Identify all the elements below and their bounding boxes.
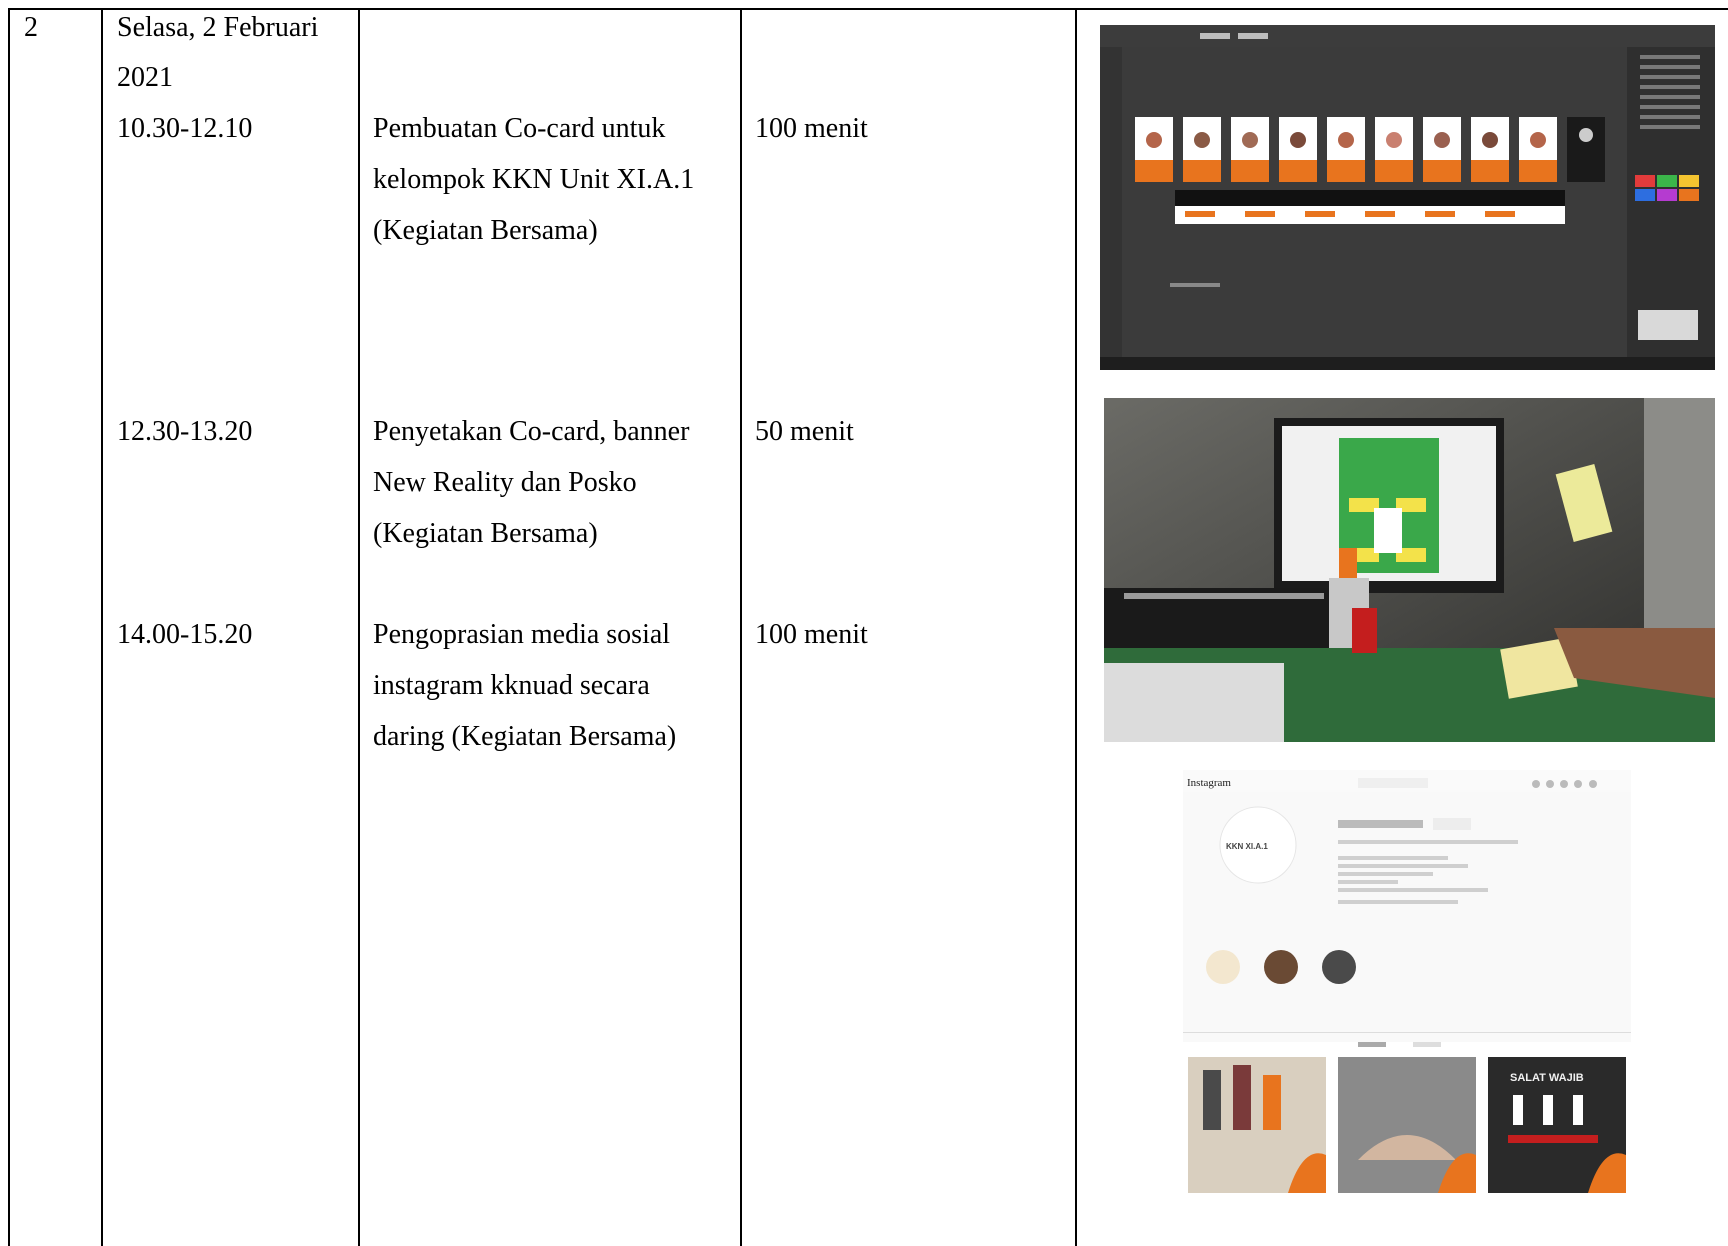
cocard-design-screenshot [1100,25,1715,370]
activity-desc-line: daring (Kegiatan Bersama) [373,721,677,752]
activity-description: Pembuatan Co-card untuk kelompok KKN Uni… [373,103,694,256]
activity-desc-line: kelompok KKN Unit XI.A.1 [373,164,695,195]
activity-desc-line: Penyetakan Co-card, banner [373,416,690,447]
activity-description: Pengoprasian media sosial instagram kknu… [373,609,676,762]
instagram-profile-screenshot: Instagram KKN XI.A.1 SALAT WAJIB [1183,770,1631,1198]
activity-time: 12.30-13.20 [117,416,253,447]
date-line-1: Selasa, 2 Februari [117,12,319,43]
activity-duration: 100 menit [755,619,868,650]
col-border-0 [8,8,10,1246]
activity-desc-line: Pengoprasian media sosial [373,619,671,650]
col-border-1 [101,8,103,1246]
col-border-4 [1075,8,1077,1246]
activity-desc-line: (Kegiatan Bersama) [373,215,598,246]
activity-duration: 50 menit [755,416,854,447]
date-line-2: 2021 [117,62,173,93]
activity-time: 10.30-12.10 [117,113,253,144]
activity-desc-line: Pembuatan Co-card untuk [373,113,666,144]
activity-desc-line: instagram kknuad secara [373,670,650,701]
activity-description: Penyetakan Co-card, banner New Reality d… [373,406,689,559]
col-border-2 [358,8,360,1246]
activity-duration: 100 menit [755,113,868,144]
activity-desc-line: New Reality dan Posko [373,467,637,498]
printing-photo [1104,398,1715,742]
col-border-3 [740,8,742,1246]
instagram-wordmark: Instagram [1187,777,1231,789]
row-number: 2 [24,12,38,43]
activity-desc-line: (Kegiatan Bersama) [373,518,598,549]
poster-title: SALAT WAJIB [1510,1072,1584,1084]
activity-time: 14.00-15.20 [117,619,253,650]
profile-logo-text: KKN XI.A.1 [1226,842,1268,851]
